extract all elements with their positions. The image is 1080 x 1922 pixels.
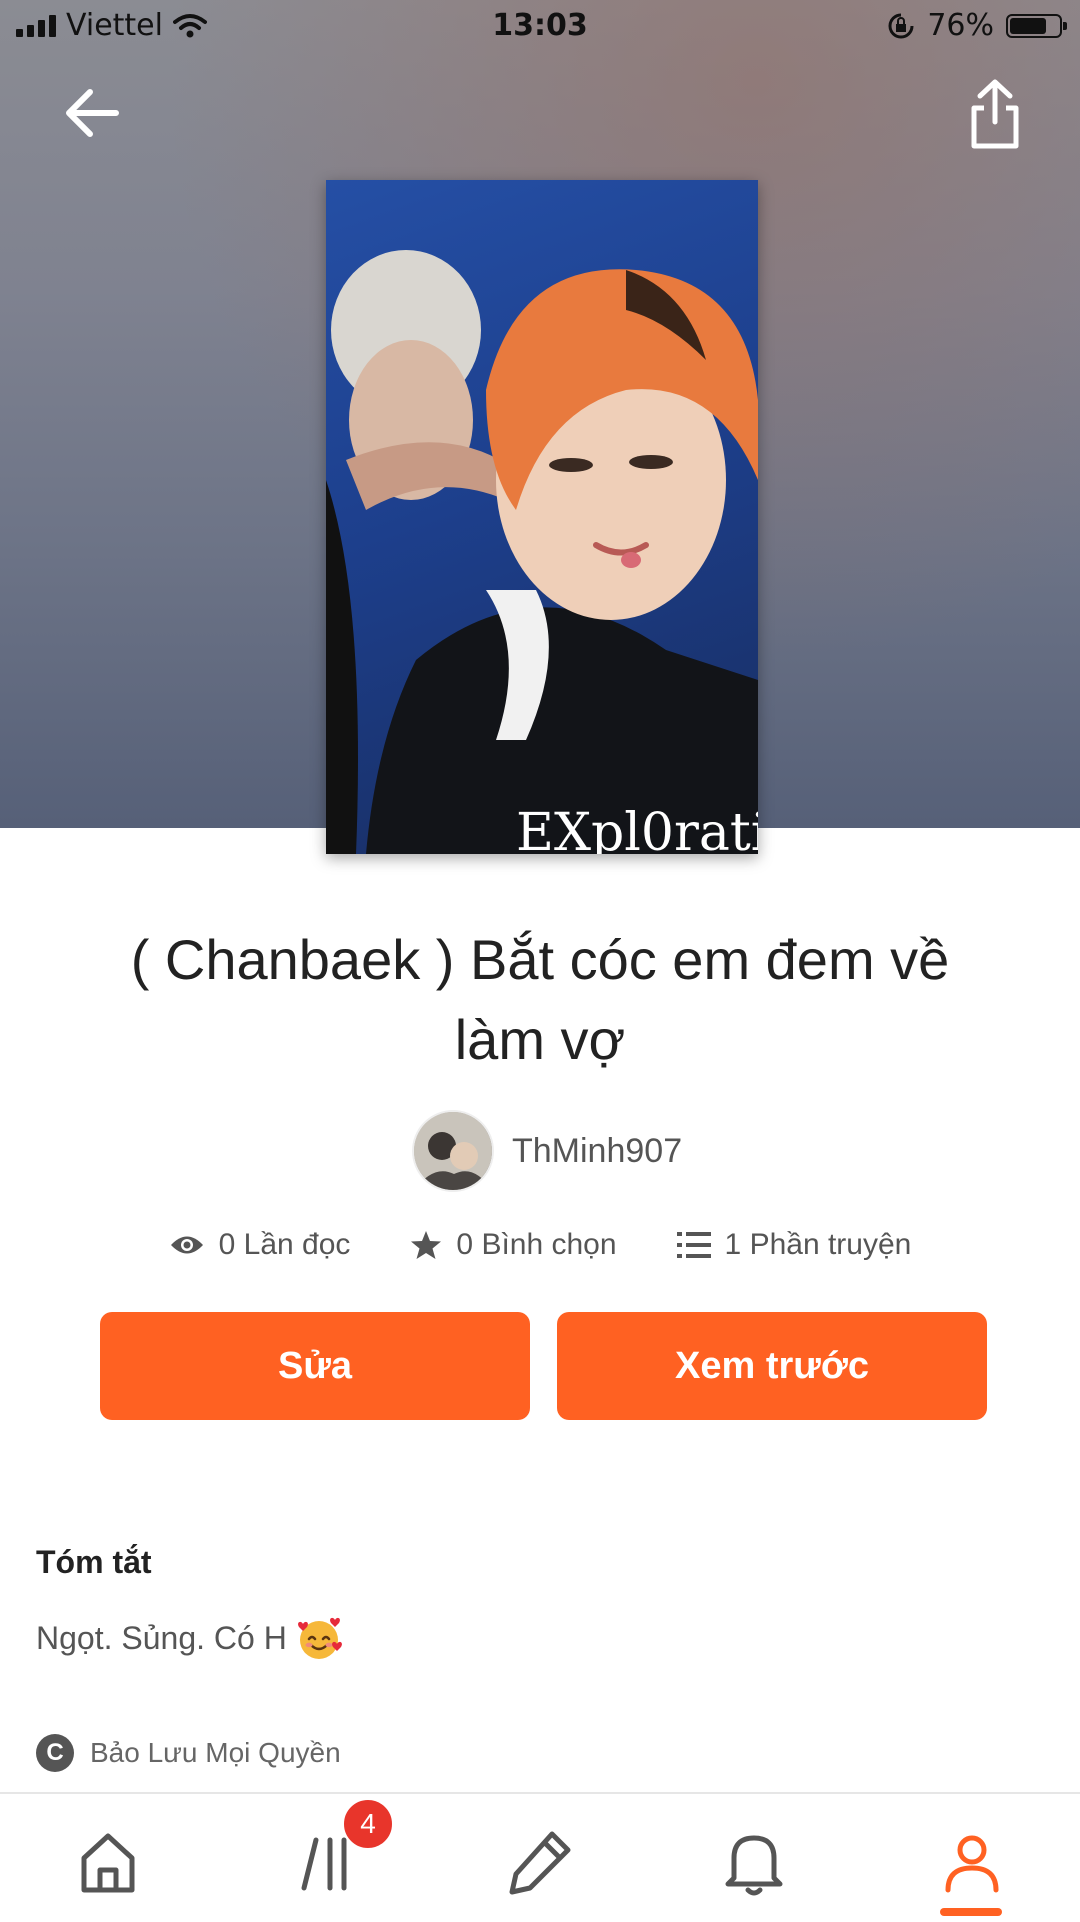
eye-icon <box>170 1236 203 1254</box>
bell-icon[interactable] <box>714 1822 794 1902</box>
star-icon <box>411 1231 442 1259</box>
parts-count: 1 Phần truyện <box>724 1228 912 1261</box>
story-cover-image[interactable]: EXpl0rati <box>326 180 758 854</box>
story-stats: 0 Lần đọc 0 Bình chọn 1 Phần truyện <box>0 1228 1080 1262</box>
author-name[interactable]: ThMinh907 <box>512 1132 682 1171</box>
reads-count: 0 Lần đọc <box>218 1228 351 1261</box>
battery-percent: 76% <box>927 8 994 43</box>
share-icon[interactable] <box>960 74 1030 154</box>
parts-stat: 1 Phần truyện <box>676 1228 912 1262</box>
edit-button[interactable]: Sửa <box>100 1312 530 1420</box>
avatar[interactable] <box>412 1110 494 1192</box>
cover-illustration: EXpl0rati <box>326 250 758 854</box>
smiling-face-with-hearts-icon <box>297 1617 342 1659</box>
votes-count: 0 Bình chọn <box>456 1228 617 1261</box>
summary-text: Ngọt. Sủng. Có H <box>36 1619 287 1656</box>
library-badge: 4 <box>342 1798 394 1850</box>
back-arrow-icon[interactable] <box>60 78 130 148</box>
battery-icon <box>1006 13 1067 38</box>
battery-fill <box>1010 17 1046 34</box>
author-row[interactable]: ThMinh907 <box>412 1110 682 1192</box>
copyright-icon: C <box>36 1734 74 1772</box>
votes-stat: 0 Bình chọn <box>410 1228 617 1262</box>
summary-row: Ngọt. Sủng. Có H <box>36 1614 343 1662</box>
active-tab-indicator <box>940 1908 1002 1916</box>
home-icon[interactable] <box>68 1822 148 1902</box>
pencil-icon[interactable] <box>500 1822 580 1902</box>
bottom-tab-bar <box>0 1792 1080 1922</box>
list-icon <box>676 1232 711 1258</box>
story-title: ( Chanbaek ) Bắt cóc em đem về làm vợ <box>130 928 950 1071</box>
summary-heading: Tóm tắt <box>36 1544 152 1580</box>
copyright-text: Bảo Lưu Mọi Quyền <box>90 1737 341 1768</box>
copyright-row: C Bảo Lưu Mọi Quyền <box>36 1734 341 1772</box>
status-right: 76% <box>887 8 1067 43</box>
rotation-lock-icon <box>888 13 914 38</box>
reads-stat: 0 Lần đọc <box>169 1228 351 1262</box>
status-bar: Viettel 13:03 76% <box>0 0 1080 54</box>
profile-icon[interactable] <box>932 1822 1012 1902</box>
preview-button[interactable]: Xem trước <box>557 1312 987 1420</box>
cover-shirt-text: EXpl0rati <box>516 803 758 854</box>
